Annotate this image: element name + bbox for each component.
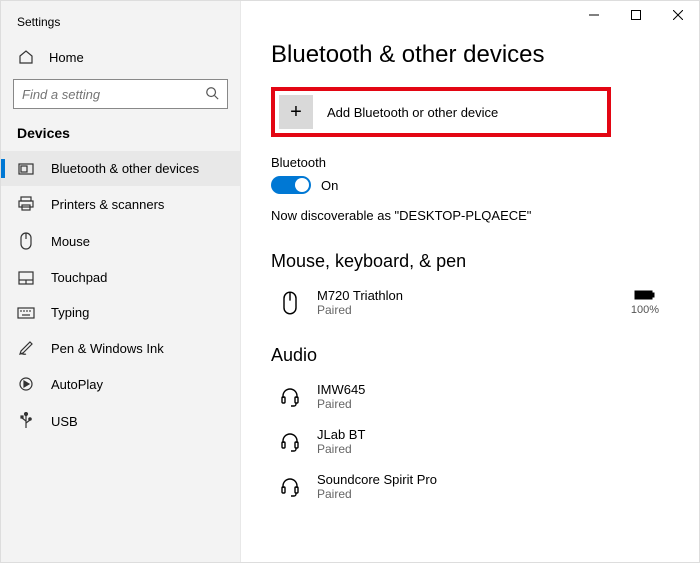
add-device-button[interactable]: + Add Bluetooth or other device	[279, 95, 603, 129]
bluetooth-label: Bluetooth	[271, 155, 669, 170]
headset-icon	[277, 386, 303, 408]
search-input[interactable]	[22, 87, 205, 102]
device-row[interactable]: JLab BT Paired	[271, 421, 669, 466]
search-wrap	[1, 73, 240, 119]
search-box[interactable]	[13, 79, 228, 109]
sidebar-item-label: Printers & scanners	[51, 197, 164, 212]
sidebar-item-label: Pen & Windows Ink	[51, 341, 164, 356]
bluetooth-toggle-row: On	[271, 176, 669, 194]
pen-icon	[17, 340, 35, 356]
device-name: M720 Triathlon	[317, 288, 403, 303]
device-status: Paired	[317, 442, 365, 456]
device-meta: IMW645 Paired	[317, 382, 365, 411]
device-status: Paired	[317, 397, 365, 411]
plus-icon: +	[279, 95, 313, 129]
home-icon	[17, 49, 35, 65]
sidebar-item-label: AutoPlay	[51, 377, 103, 392]
device-status: Paired	[317, 303, 403, 317]
home-label: Home	[49, 50, 84, 65]
sidebar-item-label: Typing	[51, 305, 89, 320]
minimize-button[interactable]	[573, 1, 615, 29]
headset-icon	[277, 476, 303, 498]
app-title: Settings	[1, 11, 240, 41]
device-meta: JLab BT Paired	[317, 427, 365, 456]
group-heading-mouse: Mouse, keyboard, & pen	[271, 251, 669, 272]
add-device-label: Add Bluetooth or other device	[327, 105, 498, 120]
search-icon	[205, 86, 219, 103]
add-device-highlight: + Add Bluetooth or other device	[271, 87, 611, 137]
sidebar-item-label: USB	[51, 414, 78, 429]
sidebar-item-label: Bluetooth & other devices	[51, 161, 199, 176]
device-row[interactable]: IMW645 Paired	[271, 376, 669, 421]
mouse-icon	[17, 232, 35, 250]
device-name: IMW645	[317, 382, 365, 397]
maximize-button[interactable]	[615, 1, 657, 29]
sidebar-item-touchpad[interactable]: Touchpad	[1, 260, 240, 295]
sidebar-item-label: Mouse	[51, 234, 90, 249]
window-controls	[573, 1, 699, 29]
battery-indicator: 100%	[631, 289, 669, 316]
device-row[interactable]: M720 Triathlon Paired 100%	[271, 282, 669, 327]
home-nav[interactable]: Home	[1, 41, 240, 73]
battery-icon	[634, 289, 656, 304]
sidebar-item-typing[interactable]: Typing	[1, 295, 240, 330]
printer-icon	[17, 196, 35, 212]
group-heading-audio: Audio	[271, 345, 669, 366]
device-meta: Soundcore Spirit Pro Paired	[317, 472, 437, 501]
device-status: Paired	[317, 487, 437, 501]
settings-window: Settings Home Devices	[0, 0, 700, 563]
toggle-state-label: On	[321, 178, 338, 193]
sidebar-item-autoplay[interactable]: AutoPlay	[1, 366, 240, 402]
device-name: JLab BT	[317, 427, 365, 442]
sidebar: Settings Home Devices	[1, 1, 241, 562]
sidebar-item-label: Touchpad	[51, 270, 107, 285]
keyboard-icon	[17, 307, 35, 319]
sidebar-item-bluetooth[interactable]: Bluetooth & other devices	[1, 151, 240, 186]
autoplay-icon	[17, 376, 35, 392]
sidebar-item-usb[interactable]: USB	[1, 402, 240, 440]
touchpad-icon	[17, 271, 35, 285]
battery-percent: 100%	[631, 304, 659, 316]
discoverable-text: Now discoverable as "DESKTOP-PLQAECE"	[271, 208, 669, 223]
content-scroll[interactable]: Bluetooth & other devices + Add Bluetoot…	[241, 1, 699, 562]
main-panel: Bluetooth & other devices + Add Bluetoot…	[241, 1, 699, 562]
device-row[interactable]: Soundcore Spirit Pro Paired	[271, 466, 669, 511]
rect-icon	[17, 162, 35, 176]
section-header: Devices	[1, 119, 240, 151]
device-name: Soundcore Spirit Pro	[317, 472, 437, 487]
sidebar-item-mouse[interactable]: Mouse	[1, 222, 240, 260]
mouse-icon	[277, 291, 303, 315]
sidebar-item-pen[interactable]: Pen & Windows Ink	[1, 330, 240, 366]
device-meta: M720 Triathlon Paired	[317, 288, 403, 317]
close-button[interactable]	[657, 1, 699, 29]
headset-icon	[277, 431, 303, 453]
page-title: Bluetooth & other devices	[271, 41, 669, 69]
bluetooth-toggle[interactable]	[271, 176, 311, 194]
usb-icon	[17, 412, 35, 430]
sidebar-item-printers[interactable]: Printers & scanners	[1, 186, 240, 222]
